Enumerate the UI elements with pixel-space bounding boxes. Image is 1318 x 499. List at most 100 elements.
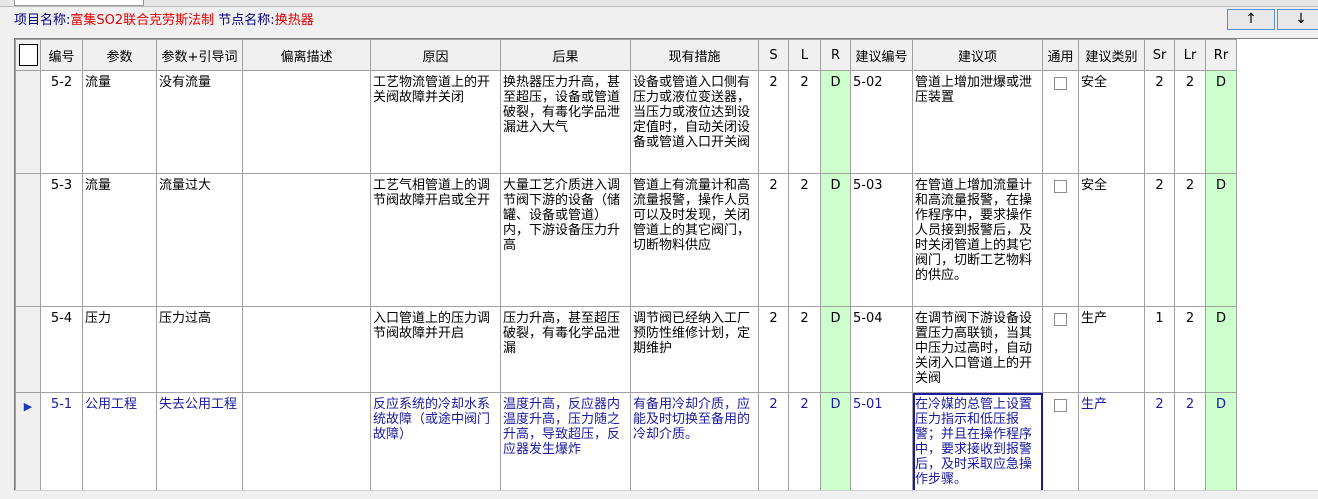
col-header-deviation[interactable]: 偏离描述 <box>242 39 371 71</box>
cell-deviation[interactable] <box>242 306 371 393</box>
cell-sr[interactable]: 1 <box>1144 306 1175 393</box>
top-tab-strip <box>0 0 1318 7</box>
table-row-selected[interactable]: ▶ 5-1 公用工程 失去公用工程 反应系统的冷却水系统故障（或途中阀门故障） … <box>15 392 1237 497</box>
cell-guide[interactable]: 压力过高 <box>156 306 243 393</box>
cell-param[interactable]: 流量 <box>82 70 157 174</box>
cell-consequence[interactable]: 温度升高，反应器内温度升高，压力随之升高，导致超压，反应器发生爆炸 <box>500 392 631 497</box>
col-header-rec[interactable]: 建议项 <box>912 39 1043 71</box>
cell-cause[interactable]: 工艺气相管道上的调节阀故障开启或全开 <box>370 173 501 307</box>
cell-consequence[interactable]: 换热器压力升高，甚至超压，设备或管道破裂，有毒化学品泄漏进入大气 <box>500 70 631 174</box>
cell-l[interactable]: 2 <box>788 70 821 174</box>
cell-rec[interactable]: 在调节阀下游设备设置压力高联锁，当其中压力过高时，自动关闭入口管道上的开关阀 <box>912 306 1043 393</box>
col-header-rec-id[interactable]: 建议编号 <box>850 39 913 71</box>
general-checkbox[interactable] <box>1054 180 1067 193</box>
cell-deviation[interactable] <box>242 392 371 497</box>
cell-s[interactable]: 2 <box>758 392 789 497</box>
cell-param[interactable]: 压力 <box>82 306 157 393</box>
cell-rec-id[interactable]: 5-03 <box>850 173 913 307</box>
col-header-sr[interactable]: Sr <box>1144 39 1175 71</box>
cell-deviation[interactable] <box>242 70 371 174</box>
cell-category[interactable]: 安全 <box>1078 173 1145 307</box>
cell-lr[interactable]: 2 <box>1174 306 1206 393</box>
col-header-category[interactable]: 建议类别 <box>1078 39 1145 71</box>
cell-cause[interactable]: 入口管道上的压力调节阀故障并开启 <box>370 306 501 393</box>
general-checkbox[interactable] <box>1054 313 1067 326</box>
cell-r[interactable]: D <box>820 392 851 497</box>
cell-category[interactable]: 生产 <box>1078 306 1145 393</box>
cell-lr[interactable]: 2 <box>1174 70 1206 174</box>
cell-lr[interactable]: 2 <box>1174 392 1206 497</box>
col-header-s[interactable]: S <box>758 39 789 71</box>
move-down-button[interactable]: ↓ <box>1277 9 1318 30</box>
cell-rec[interactable]: 在管道上增加流量计和高流量报警，在操作程序中，要求操作人员接到报警后，及时关闭管… <box>912 173 1043 307</box>
col-header-guide[interactable]: 参数+引导词 <box>156 39 243 71</box>
cell-rec-id[interactable]: 5-02 <box>850 70 913 174</box>
general-checkbox[interactable] <box>1054 77 1067 90</box>
col-header-general[interactable]: 通用 <box>1042 39 1079 71</box>
cell-sr[interactable]: 2 <box>1144 70 1175 174</box>
row-selector[interactable] <box>15 306 41 393</box>
cell-l[interactable]: 2 <box>788 392 821 497</box>
row-selector[interactable] <box>15 70 41 174</box>
cell-lr[interactable]: 2 <box>1174 173 1206 307</box>
cell-cause[interactable]: 反应系统的冷却水系统故障（或途中阀门故障） <box>370 392 501 497</box>
cell-r[interactable]: D <box>820 70 851 174</box>
cell-id[interactable]: 5-4 <box>40 306 83 393</box>
table-row[interactable]: 5-2 流量 没有流量 工艺物流管道上的开关阀故障并关闭 换热器压力升高，甚至超… <box>15 70 1237 174</box>
col-header-r[interactable]: R <box>820 39 851 71</box>
cell-s[interactable]: 2 <box>758 173 789 307</box>
cell-sr[interactable]: 2 <box>1144 392 1175 497</box>
cell-measures[interactable]: 管道上有流量计和高流量报警，操作人员可以及时发现，关闭管道上的其它阀门，切断物料… <box>630 173 759 307</box>
cell-rec[interactable]: 管道上增加泄爆或泄压装置 <box>912 70 1043 174</box>
table-row[interactable]: 5-4 压力 压力过高 入口管道上的压力调节阀故障并开启 压力升高，甚至超压破裂… <box>15 306 1237 393</box>
col-header-cause[interactable]: 原因 <box>370 39 501 71</box>
cell-guide[interactable]: 没有流量 <box>156 70 243 174</box>
cell-r[interactable]: D <box>820 173 851 307</box>
cell-category[interactable]: 生产 <box>1078 392 1145 497</box>
col-header-l[interactable]: L <box>788 39 821 71</box>
cell-guide[interactable]: 失去公用工程 <box>156 392 243 497</box>
active-tab[interactable] <box>14 0 144 6</box>
col-header-rr[interactable]: Rr <box>1205 39 1237 71</box>
cell-cause[interactable]: 工艺物流管道上的开关阀故障并关闭 <box>370 70 501 174</box>
col-header-consequence[interactable]: 后果 <box>500 39 631 71</box>
cell-id[interactable]: 5-2 <box>40 70 83 174</box>
cell-consequence[interactable]: 大量工艺介质进入调节阀下游的设备（储罐、设备或管道）内，下游设备压力升高 <box>500 173 631 307</box>
cell-rr[interactable]: D <box>1205 173 1237 307</box>
cell-rr[interactable]: D <box>1205 306 1237 393</box>
cell-rr[interactable]: D <box>1205 70 1237 174</box>
row-selector[interactable]: ▶ <box>15 392 41 497</box>
cell-rec-focused[interactable]: 在冷媒的总管上设置压力指示和低压报警；并且在操作程序中，要求接收到报警后，及时采… <box>912 392 1043 497</box>
cell-rec-id[interactable]: 5-04 <box>850 306 913 393</box>
col-header-lr[interactable]: Lr <box>1174 39 1206 71</box>
col-header-id[interactable]: 编号 <box>40 39 83 71</box>
cell-r[interactable]: D <box>820 306 851 393</box>
cell-s[interactable]: 2 <box>758 70 789 174</box>
cell-s[interactable]: 2 <box>758 306 789 393</box>
hazop-grid[interactable]: 编号 参数 参数+引导词 偏离描述 原因 后果 现有措施 S L R 建议编号 … <box>14 38 1318 499</box>
move-up-button[interactable]: ↑ <box>1227 9 1275 30</box>
table-row[interactable]: 5-3 流量 流量过大 工艺气相管道上的调节阀故障开启或全开 大量工艺介质进入调… <box>15 173 1237 307</box>
col-header-measures[interactable]: 现有措施 <box>630 39 759 71</box>
cell-measures[interactable]: 有备用冷却介质，应能及时切换至备用的冷却介质。 <box>630 392 759 497</box>
cell-sr[interactable]: 2 <box>1144 173 1175 307</box>
cell-id[interactable]: 5-1 <box>40 392 83 497</box>
cell-l[interactable]: 2 <box>788 173 821 307</box>
cell-category[interactable]: 安全 <box>1078 70 1145 174</box>
row-selector[interactable] <box>15 173 41 307</box>
select-all-corner[interactable] <box>15 39 41 71</box>
cell-guide[interactable]: 流量过大 <box>156 173 243 307</box>
cell-measures[interactable]: 设备或管道入口侧有压力或液位变送器，当压力或液位达到设定值时，自动关闭设备或管道… <box>630 70 759 174</box>
cell-id[interactable]: 5-3 <box>40 173 83 307</box>
cell-param[interactable]: 流量 <box>82 173 157 307</box>
cell-rr[interactable]: D <box>1205 392 1237 497</box>
cell-measures[interactable]: 调节阀已经纳入工厂预防性维修计划，定期维护 <box>630 306 759 393</box>
general-checkbox[interactable] <box>1054 399 1067 412</box>
arrow-down-icon: ↓ <box>1295 11 1307 27</box>
cell-l[interactable]: 2 <box>788 306 821 393</box>
col-header-param[interactable]: 参数 <box>82 39 157 71</box>
cell-consequence[interactable]: 压力升高，甚至超压破裂，有毒化学品泄漏 <box>500 306 631 393</box>
cell-deviation[interactable] <box>242 173 371 307</box>
cell-rec-id[interactable]: 5-01 <box>850 392 913 497</box>
cell-param[interactable]: 公用工程 <box>82 392 157 497</box>
